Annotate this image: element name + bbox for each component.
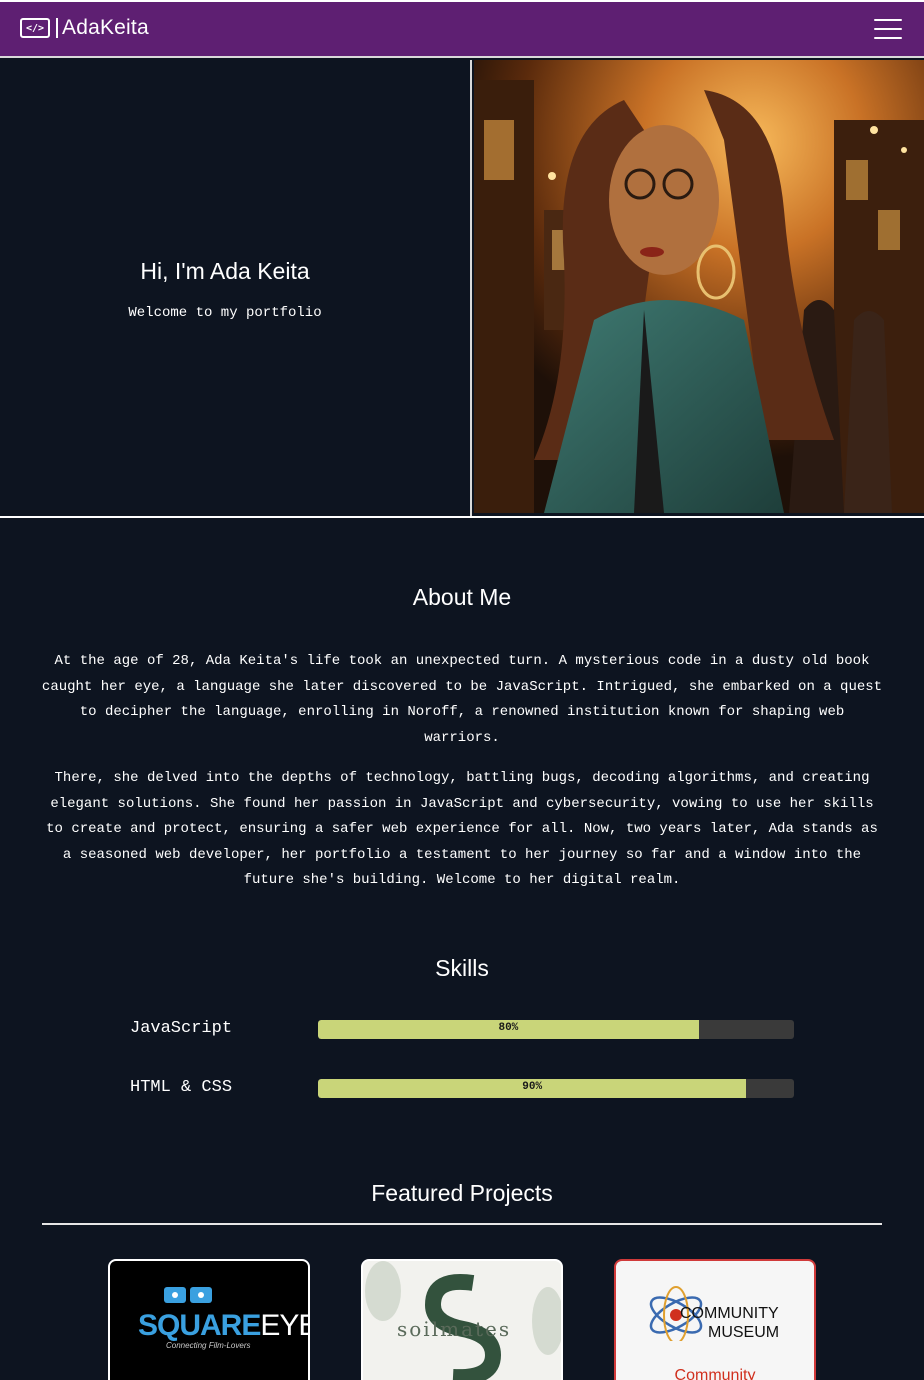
project-card-soilmates[interactable]: soilmates bbox=[361, 1259, 563, 1380]
hero-intro: Hi, I'm Ada Keita Welcome to my portfoli… bbox=[0, 60, 472, 516]
square-eyes-logo-b: EYES bbox=[260, 1309, 308, 1342]
navbar: </> AdaKeita bbox=[0, 0, 924, 58]
square-eyes-tagline: Connecting Film-Lovers bbox=[166, 1341, 251, 1350]
section-divider bbox=[42, 1223, 882, 1225]
museum-logo-line1: COMMUNITY bbox=[680, 1305, 779, 1322]
skill-row-html-css: HTML & CSS 90% bbox=[0, 1078, 924, 1099]
skill-label: JavaScript bbox=[130, 1019, 233, 1038]
code-icon: </> bbox=[20, 18, 50, 38]
project-card-community-museum[interactable]: COMMUNITY MUSEUM Community bbox=[614, 1259, 816, 1380]
skill-progress-fill: 80% bbox=[318, 1020, 699, 1039]
museum-logo-line2: MUSEUM bbox=[708, 1324, 780, 1341]
skill-progress-bar: 90% bbox=[318, 1079, 794, 1098]
hamburger-menu-icon[interactable] bbox=[874, 19, 902, 39]
about-paragraph-2: There, she delved into the depths of tec… bbox=[46, 770, 878, 888]
about-title: About Me bbox=[412, 584, 512, 610]
project-card-square-eyes[interactable]: SQUAREEYES Connecting Film-Lovers bbox=[108, 1259, 310, 1380]
brand-logo[interactable]: </> AdaKeita bbox=[20, 16, 149, 40]
projects-title: Featured Projects bbox=[371, 1180, 553, 1206]
square-eyes-logo: SQUAREEYES bbox=[138, 1309, 308, 1343]
square-eyes-logo-a: SQUARE bbox=[138, 1309, 261, 1342]
hero-section: Hi, I'm Ada Keita Welcome to my portfoli… bbox=[0, 60, 924, 518]
skill-progress-fill: 90% bbox=[318, 1079, 747, 1098]
museum-caption: Community bbox=[674, 1367, 756, 1380]
hero-subtitle: Welcome to my portfolio bbox=[128, 305, 322, 321]
skill-percent: 80% bbox=[498, 1022, 519, 1034]
skill-progress-bar: 80% bbox=[318, 1020, 794, 1039]
hero-title: Hi, I'm Ada Keita bbox=[140, 258, 310, 284]
skill-label: HTML & CSS bbox=[130, 1078, 233, 1097]
skill-row-javascript: JavaScript 80% bbox=[0, 1019, 924, 1040]
code-icon-glyph: </> bbox=[25, 22, 45, 34]
soilmates-logo: soilmates bbox=[397, 1317, 512, 1341]
skills-title: Skills bbox=[435, 955, 489, 981]
logo-divider bbox=[56, 18, 58, 38]
about-paragraph-1: At the age of 28, Ada Keita's life took … bbox=[41, 653, 883, 746]
skill-percent: 90% bbox=[522, 1081, 543, 1093]
hero-portrait-image bbox=[474, 60, 924, 513]
brand-name: AdaKeita bbox=[62, 16, 149, 39]
